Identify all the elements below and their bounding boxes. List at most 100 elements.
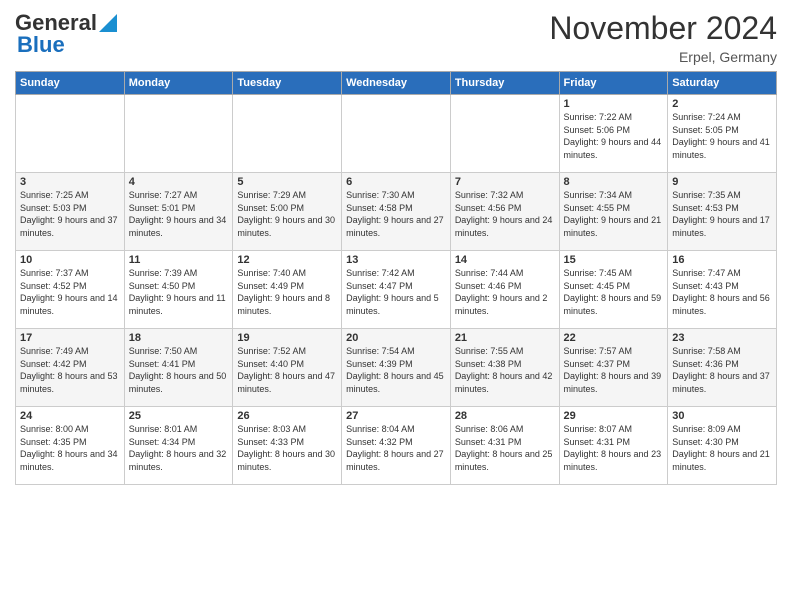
day-number: 18 (129, 332, 229, 344)
page: General Blue November 2024 Erpel, German… (0, 0, 792, 612)
day-cell: 3Sunrise: 7:25 AM Sunset: 5:03 PM Daylig… (16, 173, 125, 251)
week-row-4: 17Sunrise: 7:49 AM Sunset: 4:42 PM Dayli… (16, 329, 777, 407)
day-number: 20 (346, 332, 446, 344)
day-info: Sunrise: 7:37 AM Sunset: 4:52 PM Dayligh… (20, 267, 120, 317)
day-info: Sunrise: 8:07 AM Sunset: 4:31 PM Dayligh… (564, 423, 664, 473)
day-number: 13 (346, 254, 446, 266)
day-number: 14 (455, 254, 555, 266)
logo: General Blue (15, 10, 117, 58)
day-number: 3 (20, 176, 120, 188)
month-title: November 2024 (549, 10, 777, 47)
day-cell: 22Sunrise: 7:57 AM Sunset: 4:37 PM Dayli… (559, 329, 668, 407)
day-number: 26 (237, 410, 337, 422)
day-info: Sunrise: 7:34 AM Sunset: 4:55 PM Dayligh… (564, 189, 664, 239)
col-wednesday: Wednesday (342, 72, 451, 95)
day-info: Sunrise: 7:45 AM Sunset: 4:45 PM Dayligh… (564, 267, 664, 317)
day-info: Sunrise: 7:49 AM Sunset: 4:42 PM Dayligh… (20, 345, 120, 395)
day-number: 17 (20, 332, 120, 344)
day-info: Sunrise: 7:25 AM Sunset: 5:03 PM Dayligh… (20, 189, 120, 239)
week-row-3: 10Sunrise: 7:37 AM Sunset: 4:52 PM Dayli… (16, 251, 777, 329)
day-cell: 9Sunrise: 7:35 AM Sunset: 4:53 PM Daylig… (668, 173, 777, 251)
col-thursday: Thursday (450, 72, 559, 95)
day-info: Sunrise: 7:58 AM Sunset: 4:36 PM Dayligh… (672, 345, 772, 395)
calendar-table: Sunday Monday Tuesday Wednesday Thursday… (15, 71, 777, 485)
day-cell: 17Sunrise: 7:49 AM Sunset: 4:42 PM Dayli… (16, 329, 125, 407)
day-number: 16 (672, 254, 772, 266)
day-info: Sunrise: 7:22 AM Sunset: 5:06 PM Dayligh… (564, 111, 664, 161)
day-info: Sunrise: 8:09 AM Sunset: 4:30 PM Dayligh… (672, 423, 772, 473)
day-cell: 19Sunrise: 7:52 AM Sunset: 4:40 PM Dayli… (233, 329, 342, 407)
day-number: 29 (564, 410, 664, 422)
day-info: Sunrise: 7:57 AM Sunset: 4:37 PM Dayligh… (564, 345, 664, 395)
day-number: 1 (564, 98, 664, 110)
day-cell: 20Sunrise: 7:54 AM Sunset: 4:39 PM Dayli… (342, 329, 451, 407)
day-cell (233, 95, 342, 173)
day-number: 9 (672, 176, 772, 188)
header-row: Sunday Monday Tuesday Wednesday Thursday… (16, 72, 777, 95)
day-info: Sunrise: 8:04 AM Sunset: 4:32 PM Dayligh… (346, 423, 446, 473)
logo-triangle-icon (99, 14, 117, 32)
title-block: November 2024 Erpel, Germany (549, 10, 777, 65)
day-number: 27 (346, 410, 446, 422)
day-cell: 15Sunrise: 7:45 AM Sunset: 4:45 PM Dayli… (559, 251, 668, 329)
day-cell: 21Sunrise: 7:55 AM Sunset: 4:38 PM Dayli… (450, 329, 559, 407)
day-info: Sunrise: 8:01 AM Sunset: 4:34 PM Dayligh… (129, 423, 229, 473)
week-row-2: 3Sunrise: 7:25 AM Sunset: 5:03 PM Daylig… (16, 173, 777, 251)
week-row-5: 24Sunrise: 8:00 AM Sunset: 4:35 PM Dayli… (16, 407, 777, 485)
day-info: Sunrise: 7:50 AM Sunset: 4:41 PM Dayligh… (129, 345, 229, 395)
day-cell (16, 95, 125, 173)
logo-blue: Blue (17, 32, 65, 58)
day-cell: 18Sunrise: 7:50 AM Sunset: 4:41 PM Dayli… (124, 329, 233, 407)
day-cell: 13Sunrise: 7:42 AM Sunset: 4:47 PM Dayli… (342, 251, 451, 329)
header: General Blue November 2024 Erpel, German… (15, 10, 777, 65)
location: Erpel, Germany (549, 49, 777, 65)
day-cell: 26Sunrise: 8:03 AM Sunset: 4:33 PM Dayli… (233, 407, 342, 485)
day-cell (450, 95, 559, 173)
day-number: 10 (20, 254, 120, 266)
day-number: 19 (237, 332, 337, 344)
day-info: Sunrise: 7:29 AM Sunset: 5:00 PM Dayligh… (237, 189, 337, 239)
day-number: 6 (346, 176, 446, 188)
day-number: 21 (455, 332, 555, 344)
day-info: Sunrise: 7:47 AM Sunset: 4:43 PM Dayligh… (672, 267, 772, 317)
day-number: 7 (455, 176, 555, 188)
day-number: 5 (237, 176, 337, 188)
day-cell: 8Sunrise: 7:34 AM Sunset: 4:55 PM Daylig… (559, 173, 668, 251)
day-number: 30 (672, 410, 772, 422)
col-monday: Monday (124, 72, 233, 95)
day-number: 22 (564, 332, 664, 344)
day-number: 28 (455, 410, 555, 422)
day-info: Sunrise: 7:30 AM Sunset: 4:58 PM Dayligh… (346, 189, 446, 239)
day-number: 15 (564, 254, 664, 266)
day-cell: 23Sunrise: 7:58 AM Sunset: 4:36 PM Dayli… (668, 329, 777, 407)
day-cell: 30Sunrise: 8:09 AM Sunset: 4:30 PM Dayli… (668, 407, 777, 485)
day-cell: 11Sunrise: 7:39 AM Sunset: 4:50 PM Dayli… (124, 251, 233, 329)
day-info: Sunrise: 7:39 AM Sunset: 4:50 PM Dayligh… (129, 267, 229, 317)
day-number: 24 (20, 410, 120, 422)
day-cell: 24Sunrise: 8:00 AM Sunset: 4:35 PM Dayli… (16, 407, 125, 485)
day-cell: 1Sunrise: 7:22 AM Sunset: 5:06 PM Daylig… (559, 95, 668, 173)
day-number: 8 (564, 176, 664, 188)
day-cell (124, 95, 233, 173)
day-info: Sunrise: 7:40 AM Sunset: 4:49 PM Dayligh… (237, 267, 337, 317)
day-info: Sunrise: 7:44 AM Sunset: 4:46 PM Dayligh… (455, 267, 555, 317)
day-number: 2 (672, 98, 772, 110)
day-info: Sunrise: 7:42 AM Sunset: 4:47 PM Dayligh… (346, 267, 446, 317)
day-info: Sunrise: 7:24 AM Sunset: 5:05 PM Dayligh… (672, 111, 772, 161)
day-info: Sunrise: 8:03 AM Sunset: 4:33 PM Dayligh… (237, 423, 337, 473)
day-cell: 16Sunrise: 7:47 AM Sunset: 4:43 PM Dayli… (668, 251, 777, 329)
day-cell: 27Sunrise: 8:04 AM Sunset: 4:32 PM Dayli… (342, 407, 451, 485)
col-saturday: Saturday (668, 72, 777, 95)
day-number: 25 (129, 410, 229, 422)
col-friday: Friday (559, 72, 668, 95)
day-cell: 25Sunrise: 8:01 AM Sunset: 4:34 PM Dayli… (124, 407, 233, 485)
day-number: 4 (129, 176, 229, 188)
col-sunday: Sunday (16, 72, 125, 95)
day-cell: 28Sunrise: 8:06 AM Sunset: 4:31 PM Dayli… (450, 407, 559, 485)
day-cell: 10Sunrise: 7:37 AM Sunset: 4:52 PM Dayli… (16, 251, 125, 329)
day-cell: 2Sunrise: 7:24 AM Sunset: 5:05 PM Daylig… (668, 95, 777, 173)
day-number: 12 (237, 254, 337, 266)
day-info: Sunrise: 7:54 AM Sunset: 4:39 PM Dayligh… (346, 345, 446, 395)
day-info: Sunrise: 7:52 AM Sunset: 4:40 PM Dayligh… (237, 345, 337, 395)
day-info: Sunrise: 7:32 AM Sunset: 4:56 PM Dayligh… (455, 189, 555, 239)
